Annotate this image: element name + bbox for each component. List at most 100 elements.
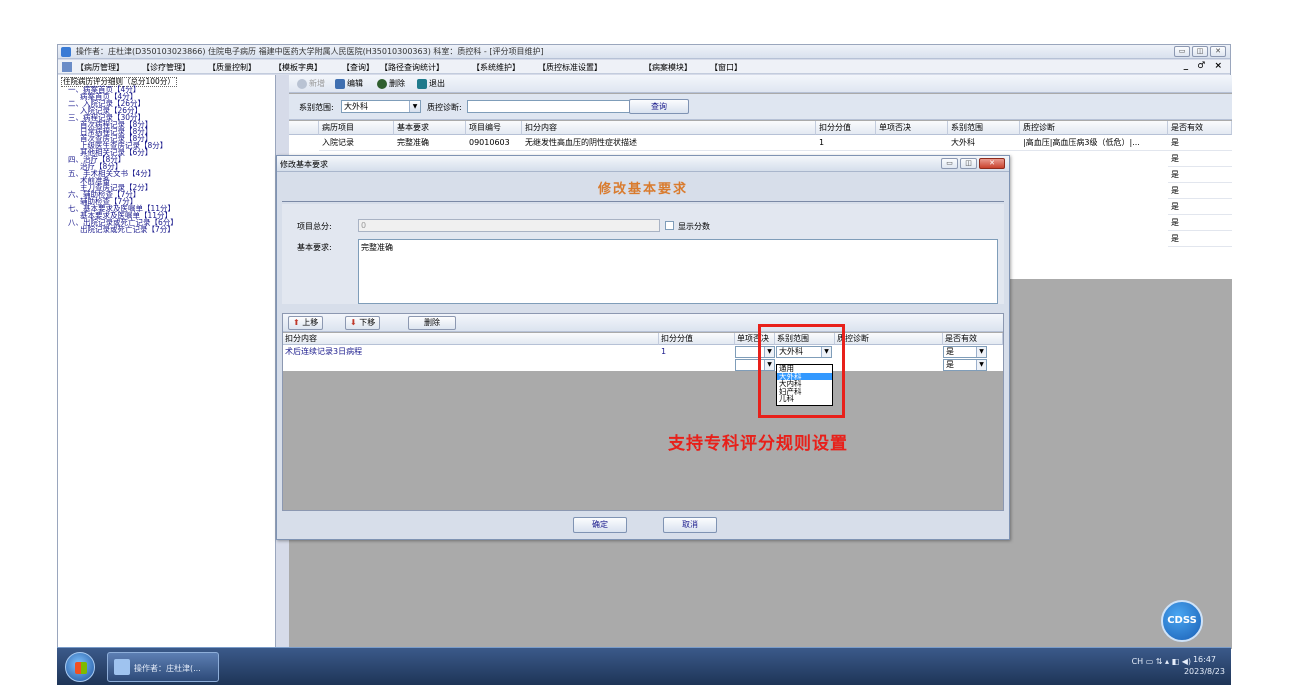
mdi-controls[interactable]: _ ♂ × — [1184, 61, 1225, 71]
cell-valid[interactable]: 是 — [1168, 199, 1232, 215]
delete-label: 删除 — [389, 79, 405, 88]
taskbar-app-item[interactable]: 操作者：庄杜津(... — [107, 652, 219, 682]
sub-col-score: 扣分分值 — [659, 333, 735, 345]
delete-row-button[interactable]: 删除 — [408, 316, 456, 330]
range-select[interactable]: 大外科 ▼ — [341, 100, 421, 113]
arrow-up-icon: ⬆ — [293, 318, 300, 327]
minimize-button[interactable]: ▭ — [1174, 46, 1190, 57]
query-button[interactable]: 查询 — [629, 99, 689, 114]
cell-code[interactable]: 09010603 — [466, 135, 522, 151]
chevron-down-icon: ▼ — [409, 101, 420, 112]
valid-value: 是 — [946, 347, 954, 356]
arrow-down-icon: ⬇ — [350, 318, 357, 327]
dialog-maximize-button[interactable]: ◫ — [960, 158, 977, 169]
edit-button[interactable]: 编辑 — [335, 78, 363, 89]
divider — [282, 201, 1004, 202]
dialog-window-controls: ▭ ◫ ✕ — [941, 158, 1005, 169]
delete-icon — [377, 78, 387, 89]
cell-veto[interactable] — [876, 135, 948, 151]
close-button[interactable]: ✕ — [1210, 46, 1226, 57]
valid-select[interactable]: 是 ▼ — [943, 346, 987, 358]
toolbar: 新增 编辑 删除 退出 — [289, 75, 1232, 93]
screen: 操作者：庄杜津(D350103023866) 住院电子病历 福建中医药大学附属人… — [0, 0, 1296, 693]
move-down-label: 下移 — [359, 318, 376, 327]
move-up-label: 上移 — [302, 318, 319, 327]
start-button[interactable] — [65, 652, 95, 682]
filter-bar: 系别范围: 大外科 ▼ 质控诊断: 查询 — [289, 94, 1232, 120]
confirm-button[interactable]: 确定 — [573, 517, 627, 533]
range-value: 大外科 — [344, 102, 368, 111]
menu-path-stats[interactable]: 【路径查询统计】 — [380, 62, 444, 73]
menu-system[interactable]: 【系统维护】 — [472, 62, 520, 73]
move-up-button[interactable]: ⬆ 上移 — [288, 316, 324, 330]
menu-query[interactable]: 【查询】 — [342, 62, 374, 73]
windows-logo-icon — [75, 662, 87, 674]
menu-window[interactable]: 【窗口】 — [710, 62, 742, 73]
show-score-checkbox[interactable] — [665, 221, 674, 230]
edit-label: 编辑 — [347, 79, 363, 88]
dialog-minimize-button[interactable]: ▭ — [941, 158, 958, 169]
cell-range[interactable]: 大外科 — [948, 135, 1020, 151]
menu-diagnosis[interactable]: 【诊疗管理】 — [142, 62, 190, 73]
window-controls: ▭ ◫ ✕ — [1174, 46, 1226, 57]
dialog-heading: 修改基本要求 — [597, 182, 688, 197]
sub-cell-content[interactable]: 术后连续记录3日病程 — [283, 346, 659, 359]
valid-select[interactable]: 是 ▼ — [943, 359, 987, 371]
sub-cell-score[interactable]: 1 — [659, 346, 735, 359]
cancel-button[interactable]: 取消 — [663, 517, 717, 533]
menu-qc-standards[interactable]: 【质控标准设置】 — [538, 62, 602, 73]
menu-medical-records[interactable]: 【病历管理】 — [76, 62, 124, 73]
deduction-toolbar: ⬆ 上移 ⬇ 下移 删除 — [283, 314, 1003, 332]
valid-value: 是 — [946, 360, 954, 369]
requirement-form: 项目总分: 0 显示分数 基本要求: 完整准确 — [282, 204, 1004, 304]
clock[interactable]: 16:47 2023/8/23 — [1184, 654, 1225, 678]
taskbar: 操作者：庄杜津(... CH ▭ ⇅ ▴ ◧ ◀) 16:47 2023/8/2… — [57, 647, 1231, 685]
menu-case-module[interactable]: 【病案模块】 — [644, 62, 692, 73]
delete-button[interactable]: 删除 — [377, 78, 405, 89]
move-down-button[interactable]: ⬇ 下移 — [345, 316, 381, 330]
clock-time: 16:47 — [1192, 655, 1217, 664]
dialog-close-button[interactable]: ✕ — [979, 158, 1005, 169]
cell-valid[interactable]: 是 — [1168, 231, 1232, 247]
cell-score[interactable]: 1 — [816, 135, 876, 151]
add-icon — [297, 78, 307, 89]
cell-valid[interactable]: 是 — [1168, 167, 1232, 183]
cell-valid[interactable]: 是 — [1168, 183, 1232, 199]
requirement-textarea[interactable]: 完整准确 — [358, 239, 998, 304]
col-veto: 单项否决 — [876, 121, 948, 135]
col-valid: 是否有效 — [1168, 121, 1232, 135]
requirement-label: 基本要求: — [297, 243, 332, 252]
cell-valid[interactable]: 是 — [1168, 151, 1232, 167]
exit-button[interactable]: 退出 — [417, 78, 445, 89]
edit-requirement-dialog: 修改基本要求 ▭ ◫ ✕ 修改基本要求 项目总分: 0 显示分数 基本要求: 完… — [276, 155, 1010, 540]
cell-diag[interactable]: |高血压|高血压病3级（低危）|... — [1020, 135, 1168, 151]
new-label: 新增 — [309, 79, 325, 88]
sub-col-valid: 是否有效 — [943, 333, 1003, 345]
title-bar: 操作者：庄杜津(D350103023866) 住院电子病历 福建中医药大学附属人… — [58, 45, 1230, 59]
menu-app-icon — [62, 62, 72, 72]
deduction-grid: 扣分内容 扣分分值 单项否决 系别范围 质控诊断 是否有效 术后连续记录3日病程… — [283, 333, 1003, 371]
maximize-button[interactable]: ◫ — [1192, 46, 1208, 57]
tree-node[interactable]: 出院记录或死亡记录【7分】 — [80, 226, 175, 234]
system-tray[interactable]: CH ▭ ⇅ ▴ ◧ ◀) — [1132, 657, 1191, 666]
sub-col-diag: 质控诊断 — [835, 333, 943, 345]
cell-valid[interactable]: 是 — [1168, 135, 1232, 151]
cell-content[interactable]: 无继发性高血压的阴性症状描述 — [522, 135, 816, 151]
cdss-button[interactable]: CDSS — [1161, 600, 1203, 642]
chevron-down-icon: ▼ — [976, 347, 986, 357]
sub-col-content: 扣分内容 — [283, 333, 659, 345]
menu-templates[interactable]: 【模板字典】 — [274, 62, 322, 73]
cell-valid[interactable]: 是 — [1168, 215, 1232, 231]
app-icon — [61, 47, 71, 57]
col-range: 系别范围 — [948, 121, 1020, 135]
dialog-title-bar: 修改基本要求 ▭ ◫ ✕ — [277, 156, 1009, 172]
range-label: 系别范围: — [299, 103, 334, 112]
col-score: 扣分分值 — [816, 121, 876, 135]
menu-quality-control[interactable]: 【质量控制】 — [208, 62, 256, 73]
col-item: 病历项目 — [319, 121, 394, 135]
total-score-field[interactable]: 0 — [358, 219, 660, 232]
cell-req[interactable]: 完整准确 — [394, 135, 466, 151]
score-tree: 住院病历评分细则（总分100分） 一、病案首页【4分】 病案首页【4分】 二、入… — [58, 75, 276, 649]
cell-item[interactable]: 入院记录 — [319, 135, 394, 151]
new-button[interactable]: 新增 — [297, 78, 325, 89]
